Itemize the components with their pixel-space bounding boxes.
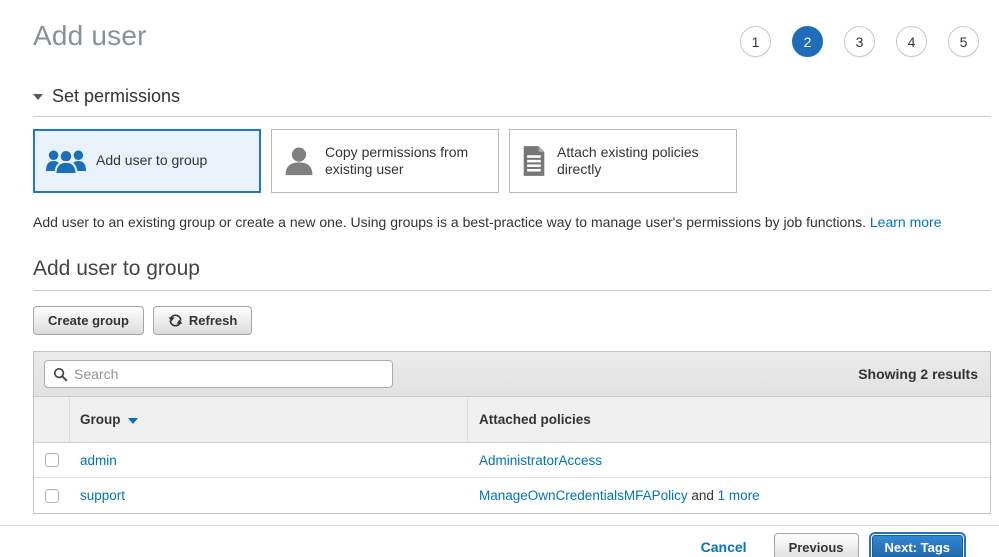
permission-option-cards: Add user to group Copy permissions from … — [33, 129, 991, 193]
group-cell: support — [70, 488, 468, 503]
page-title: Add user — [33, 16, 147, 52]
previous-label: Previous — [789, 540, 844, 555]
policies-column-header: Attached policies — [468, 397, 990, 442]
search-icon — [53, 367, 68, 382]
row-checkbox-cell — [34, 489, 70, 503]
row-checkbox[interactable] — [45, 453, 59, 467]
table-header-row: Group Attached policies — [34, 397, 990, 443]
group-link[interactable]: admin — [80, 453, 117, 468]
add-user-to-group-heading: Add user to group — [33, 257, 999, 281]
wizard-footer: Cancel Previous Next: Tags — [0, 526, 999, 557]
divider — [33, 290, 991, 291]
option-label: Copy permissions from existing user — [325, 144, 488, 179]
cancel-link[interactable]: Cancel — [701, 539, 747, 555]
policies-joiner: and — [688, 488, 718, 503]
more-policies-link[interactable]: 1 more — [718, 488, 760, 503]
sort-desc-icon — [128, 418, 138, 424]
refresh-icon — [168, 313, 183, 328]
refresh-button[interactable]: Refresh — [153, 306, 252, 335]
group-actions: Create group Refresh — [33, 306, 999, 335]
step-5: 5 — [948, 26, 979, 57]
section-description: Add user to an existing group or create … — [33, 214, 966, 230]
collapse-caret-icon — [33, 94, 43, 100]
row-checkbox[interactable] — [45, 489, 59, 503]
user-group-icon — [45, 146, 87, 177]
group-link[interactable]: support — [80, 488, 125, 503]
policy-link[interactable]: ManageOwnCredentialsMFAPolicy — [479, 488, 688, 503]
table-filter-bar: Showing 2 results — [34, 352, 990, 397]
option-copy-permissions[interactable]: Copy permissions from existing user — [271, 129, 499, 193]
step-indicator: 1 2 3 4 5 — [740, 16, 979, 57]
wizard-header: Add user 1 2 3 4 5 — [0, 0, 999, 57]
option-label: Attach existing policies directly — [557, 144, 726, 179]
next-tags-button[interactable]: Next: Tags — [869, 532, 967, 557]
user-icon — [282, 144, 316, 178]
set-permissions-toggle[interactable]: Set permissions — [33, 86, 999, 107]
search-box[interactable] — [44, 360, 393, 388]
learn-more-link[interactable]: Learn more — [870, 214, 942, 230]
divider — [33, 116, 991, 117]
row-checkbox-cell — [34, 453, 70, 467]
results-count: Showing 2 results — [858, 366, 980, 382]
table-row-admin: admin AdministratorAccess — [34, 443, 990, 478]
description-text: Add user to an existing group or create … — [33, 214, 870, 230]
table-row-support: support ManageOwnCredentialsMFAPolicy an… — [34, 478, 990, 513]
step-3: 3 — [844, 26, 875, 57]
policy-link[interactable]: AdministratorAccess — [479, 453, 602, 468]
policies-cell: ManageOwnCredentialsMFAPolicy and 1 more — [468, 488, 990, 503]
refresh-label: Refresh — [189, 313, 237, 328]
option-label: Add user to group — [96, 152, 207, 170]
step-2-active: 2 — [792, 26, 823, 57]
group-cell: admin — [70, 453, 468, 468]
option-add-user-to-group[interactable]: Add user to group — [33, 129, 261, 193]
policies-column-label: Attached policies — [479, 412, 591, 427]
next-tags-button-face: Next: Tags — [872, 535, 964, 557]
group-column-label: Group — [80, 412, 121, 427]
step-1: 1 — [740, 26, 771, 57]
group-column-header[interactable]: Group — [70, 397, 468, 442]
select-all-column — [34, 397, 70, 442]
search-input[interactable] — [74, 361, 392, 387]
policies-cell: AdministratorAccess — [468, 453, 990, 468]
set-permissions-heading: Set permissions — [52, 86, 180, 107]
groups-table-panel: Showing 2 results Group Attached policie… — [33, 351, 991, 514]
document-icon — [520, 145, 548, 177]
step-4: 4 — [896, 26, 927, 57]
option-attach-policies[interactable]: Attach existing policies directly — [509, 129, 737, 193]
create-group-label: Create group — [48, 313, 129, 328]
create-group-button[interactable]: Create group — [33, 306, 144, 335]
previous-button[interactable]: Previous — [774, 533, 859, 557]
